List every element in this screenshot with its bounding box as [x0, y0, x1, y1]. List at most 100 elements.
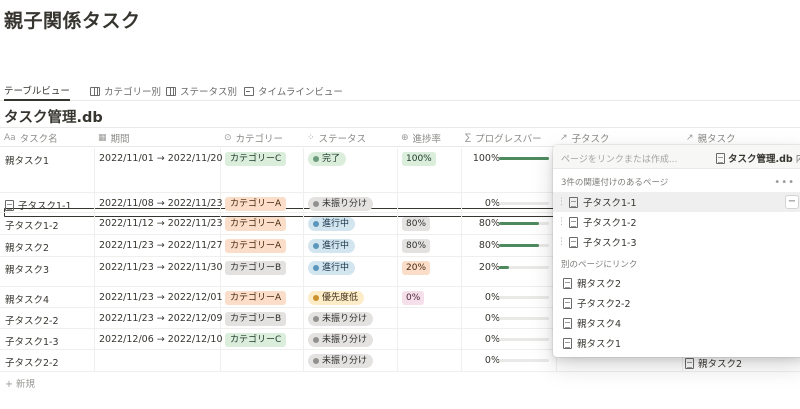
page-icon	[563, 337, 572, 349]
tab-status-view[interactable]: ステータス別	[166, 81, 237, 101]
rate-cell[interactable]: 20%	[397, 261, 431, 275]
category-cell[interactable]: カテゴリーA	[220, 217, 287, 231]
column-divider	[220, 350, 221, 371]
status-label: 進行中	[322, 219, 350, 229]
status-label: 未振り分け	[322, 199, 368, 209]
column-header-rate[interactable]: ⊕ 進捗率	[397, 128, 441, 147]
timeline-icon	[244, 86, 254, 96]
tab-timeline-view[interactable]: タイムラインビュー	[244, 81, 343, 101]
column-label: 親タスク	[697, 133, 736, 145]
period-cell[interactable]: 2022/11/23 → 2022/11/27	[94, 240, 223, 251]
progress-cell: 0%	[461, 334, 556, 348]
rate-cell[interactable]: 80%	[397, 239, 431, 253]
drag-handle-icon[interactable]: ⋮⋮	[557, 197, 574, 207]
period-cell[interactable]: 2022/11/23 → 2022/12/09	[94, 313, 223, 324]
period-cell[interactable]: 2022/11/23 → 2022/12/01	[94, 292, 223, 303]
status-label: 優先度低	[322, 293, 359, 303]
database-suffix: 内	[796, 151, 800, 165]
remove-relation-button[interactable]: −	[785, 195, 799, 209]
column-header-name[interactable]: Aa タスク名	[0, 128, 58, 147]
rate-cell[interactable]: 100%	[397, 152, 436, 166]
column-header-status[interactable]: ⁘ ステータス	[303, 128, 366, 147]
task-name: 子タスク2-2	[5, 358, 59, 369]
column-header-period[interactable]: ▦ 期間	[94, 128, 130, 147]
view-tabs: テーブルビュー カテゴリー別 ステータス別 タイムラインビュー	[0, 76, 800, 217]
status-cell[interactable]: 完了	[303, 152, 347, 166]
status-cell[interactable]: 未振り分け	[303, 197, 374, 211]
progress-bar	[499, 296, 549, 299]
period-cell[interactable]: 2022/11/08 → 2022/11/23	[94, 198, 223, 209]
drag-handle-icon[interactable]: ⋮⋮	[557, 237, 574, 247]
task-name-cell[interactable]: 子タスク2-2	[0, 355, 59, 369]
link-page-item[interactable]: 親タスク2	[553, 273, 800, 293]
status-cell[interactable]: 未振り分け	[303, 354, 374, 368]
task-name-cell[interactable]: 子タスク2-2	[0, 313, 59, 327]
link-page-item[interactable]: 子タスク2-2	[553, 293, 800, 313]
rate-tag: 0%	[402, 291, 425, 305]
status-dot-icon	[313, 201, 319, 207]
category-cell[interactable]: カテゴリーB	[220, 261, 287, 275]
category-tag: カテゴリーC	[225, 152, 287, 166]
status-label: 未振り分け	[322, 356, 368, 366]
tab-category-view[interactable]: カテゴリー別	[90, 81, 161, 101]
page-title: 親子関係タスク	[4, 10, 141, 32]
category-cell[interactable]: カテゴリーB	[220, 312, 287, 326]
related-page-item[interactable]: ⋮⋮ 子タスク1-2	[553, 212, 800, 232]
category-cell[interactable]: カテゴリーA	[220, 291, 287, 305]
page-icon	[569, 216, 578, 228]
relation-search-input[interactable]: ページをリンクまたは作成...	[561, 152, 677, 165]
new-row-button[interactable]: + 新規	[5, 376, 35, 390]
tab-label: テーブルビュー	[4, 86, 70, 97]
parent-task-cell[interactable]: 親タスク2	[685, 356, 742, 370]
text-property-icon: Aa	[4, 132, 16, 143]
category-cell[interactable]: カテゴリーA	[220, 239, 287, 253]
progress-bar-fill	[499, 157, 549, 160]
page-icon	[563, 317, 572, 329]
task-name-cell[interactable]: 子タスク1-2	[0, 218, 59, 232]
related-page-item[interactable]: ⋮⋮ 子タスク1-3	[553, 232, 800, 252]
progress-bar	[499, 266, 549, 269]
status-cell[interactable]: 進行中	[303, 261, 356, 275]
column-header-progress[interactable]: ∑ プログレスバー	[461, 128, 542, 147]
period-cell[interactable]: 2022/11/12 → 2022/11/23	[94, 218, 223, 229]
link-page-item[interactable]: 親タスク1	[553, 333, 800, 353]
status-label: 進行中	[322, 241, 350, 251]
period-cell[interactable]: 2022/12/06 → 2022/12/10	[94, 334, 223, 345]
progress-bar	[499, 317, 549, 320]
category-cell[interactable]: カテゴリーA	[220, 197, 287, 211]
task-name-cell[interactable]: 親タスク2	[0, 240, 49, 254]
column-label: 期間	[110, 133, 130, 145]
rate-cell[interactable]: 0%	[397, 291, 425, 305]
status-cell[interactable]: 未振り分け	[303, 312, 374, 326]
related-page-label: 子タスク1-2	[583, 218, 637, 229]
rate-cell[interactable]: 80%	[397, 217, 431, 231]
status-cell[interactable]: 優先度低	[303, 291, 365, 305]
period-cell[interactable]: 2022/11/01 → 2022/11/20	[94, 153, 223, 164]
board-icon	[166, 86, 176, 96]
status-cell[interactable]: 未振り分け	[303, 333, 374, 347]
drag-handle-icon[interactable]: ⋮⋮	[557, 217, 574, 227]
task-name-cell[interactable]: 子タスク1-1	[0, 198, 72, 212]
link-page-label: 親タスク1	[577, 339, 622, 350]
task-name-cell[interactable]: 親タスク1	[0, 153, 49, 167]
task-name-cell[interactable]: 子タスク1-3	[0, 334, 59, 348]
column-divider	[397, 193, 398, 212]
column-header-category[interactable]: ⊙ カテゴリー	[220, 128, 283, 147]
category-cell[interactable]: カテゴリーC	[220, 333, 287, 347]
task-name-cell[interactable]: 親タスク3	[0, 262, 49, 276]
period-cell[interactable]: 2022/11/23 → 2022/11/30	[94, 262, 223, 273]
progress-value: 0%	[484, 313, 500, 324]
status-cell[interactable]: 進行中	[303, 239, 356, 253]
task-name-cell[interactable]: 親タスク4	[0, 292, 49, 306]
database-title: タスク管理.db	[4, 110, 103, 126]
related-page-item[interactable]: ⋮⋮ 子タスク1-1 −	[553, 192, 800, 212]
status-dot-icon	[313, 358, 319, 364]
more-icon[interactable]: •••	[774, 177, 795, 188]
progress-bar	[499, 157, 549, 160]
tab-table-view[interactable]: テーブルビュー	[4, 81, 800, 217]
status-label: 未振り分け	[322, 335, 368, 345]
tab-label: ステータス別	[180, 87, 238, 98]
link-page-item[interactable]: 親タスク4	[553, 313, 800, 333]
status-cell[interactable]: 進行中	[303, 217, 356, 231]
category-cell[interactable]: カテゴリーC	[220, 152, 287, 166]
